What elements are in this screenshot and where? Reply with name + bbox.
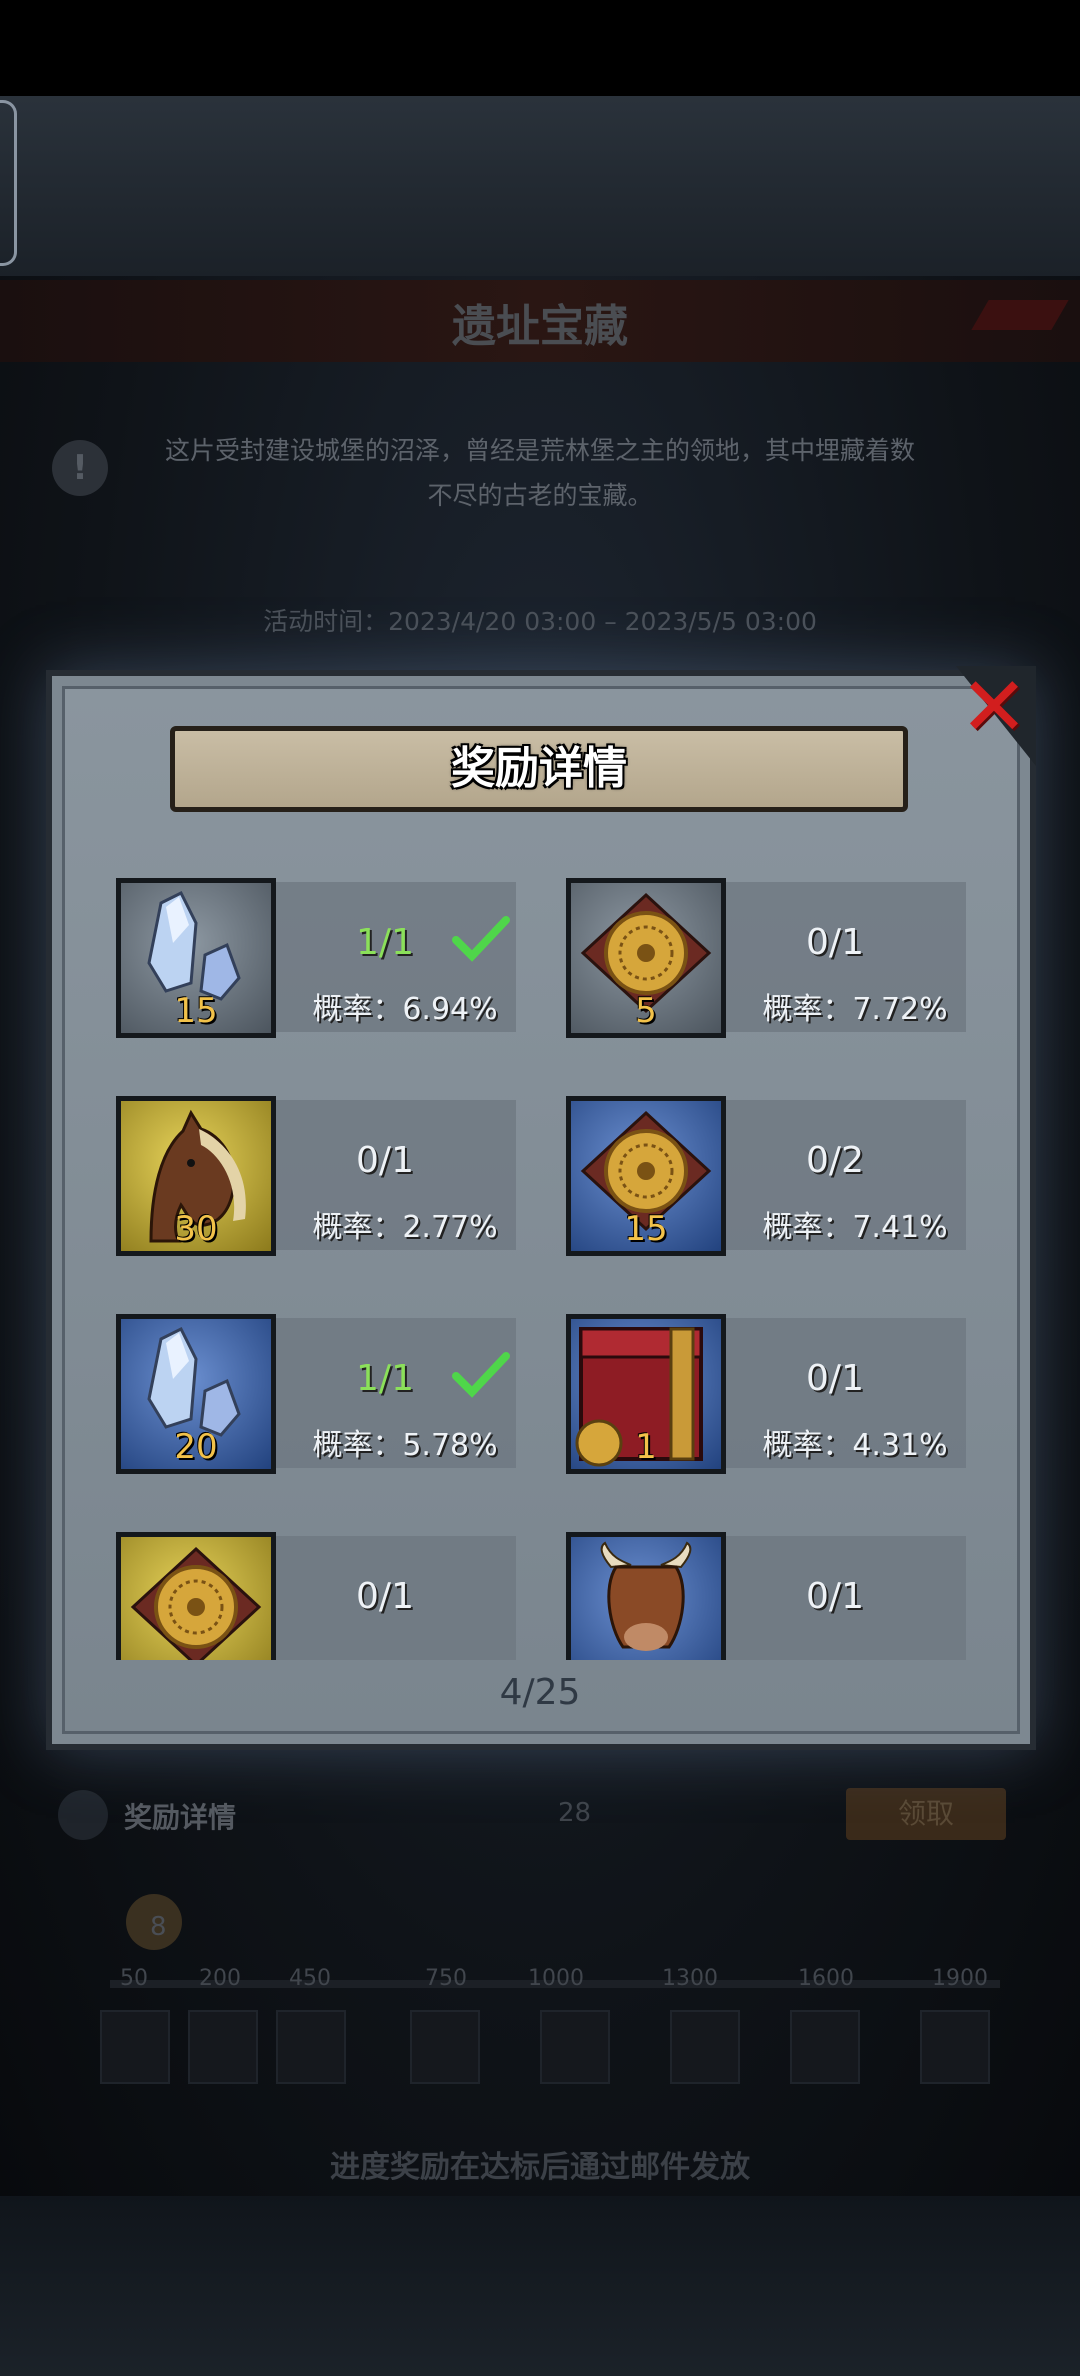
milestone-reward-slot[interactable] <box>188 2010 258 2084</box>
reward-list[interactable]: 15 1/1 概率：6.94% 5 0/1 概率：7.72% 30 0/1 概率… <box>100 872 980 1660</box>
reward-progress: 1/1 <box>356 922 414 963</box>
event-description-line1: 这片受封建设城堡的沼泽，曾经是荒林堡之主的领地，其中埋藏着数 <box>164 436 915 465</box>
milestone-reward-slots <box>100 2010 1020 2090</box>
event-title: 遗址宝藏 <box>452 301 628 352</box>
bottom-band <box>0 2196 1080 2376</box>
reward-progress: 0/1 <box>806 922 864 963</box>
reward-thumb: 15 <box>566 1096 726 1256</box>
reward-probability: 概率：6.94% <box>312 992 498 1027</box>
footer-note: 进度奖励在达标后通过邮件发放 <box>330 2150 750 2185</box>
milestone-label: 750 <box>425 1966 467 1991</box>
top-bar <box>0 96 1080 276</box>
reward-card[interactable]: 1 0/1 概率：4.31% <box>550 1308 970 1480</box>
reward-progress: 0/1 <box>356 1576 414 1617</box>
info-icon[interactable]: ! <box>52 440 108 496</box>
milestone-label: 50 <box>120 1966 148 1991</box>
milestone-reward-slot[interactable] <box>670 2010 740 2084</box>
reward-detail-row: 奖励详情 28 领取 <box>50 1788 1040 1848</box>
reward-probability: 概率：2.77% <box>312 1210 498 1245</box>
reward-progress: 0/1 <box>806 1576 864 1617</box>
reward-card[interactable]: 20 1/1 概率：5.78% <box>100 1308 520 1480</box>
reward-quantity: 5 <box>635 991 657 1031</box>
modal-title: 奖励详情 <box>451 743 627 794</box>
reward-card[interactable]: 5 0/1 概率：7.72% <box>550 872 970 1044</box>
reward-probability: 概率：5.78% <box>312 1428 498 1463</box>
reward-card[interactable]: 15 1/1 概率：6.94% <box>100 872 520 1044</box>
reward-detail-label[interactable]: 奖励详情 <box>124 1796 236 1836</box>
reward-probability: 概率：7.72% <box>762 992 948 1027</box>
reward-progress: 1/1 <box>356 1358 414 1399</box>
milestone-label: 1900 <box>932 1966 988 1991</box>
reward-quantity: 1 <box>635 1427 657 1467</box>
close-x-icon[interactable]: ✕ <box>954 667 1034 749</box>
close-button[interactable]: ✕ <box>936 666 1036 766</box>
reward-detail-icon[interactable] <box>58 1790 108 1840</box>
reward-quantity: 20 <box>174 1427 218 1467</box>
milestone-reward-slot[interactable] <box>920 2010 990 2084</box>
milestone-label: 1600 <box>798 1966 854 1991</box>
reward-probability: 概率：4.31% <box>762 1428 948 1463</box>
event-description-line2: 不尽的古老的宝藏。 <box>427 481 653 510</box>
milestone-label: 1000 <box>528 1966 584 1991</box>
milestone-reward-slot[interactable] <box>790 2010 860 2084</box>
reward-thumb <box>566 1532 726 1660</box>
reward-thumb: 15 <box>116 878 276 1038</box>
reward-progress: 0/2 <box>806 1140 864 1181</box>
reward-quantity: 30 <box>174 1209 218 1249</box>
reward-card[interactable]: 30 0/1 概率：2.77% <box>100 1090 520 1262</box>
reward-progress: 0/1 <box>356 1140 414 1181</box>
milestone-labels: 50 200 450 750 1000 1300 1600 1900 <box>100 1966 1020 1996</box>
check-icon <box>452 916 510 962</box>
ox-icon <box>600 1541 692 1651</box>
reward-thumb: 5 <box>566 878 726 1038</box>
milestone-reward-slot[interactable] <box>540 2010 610 2084</box>
event-description: 这片受封建设城堡的沼泽，曾经是荒林堡之主的领地，其中埋藏着数 不尽的古老的宝藏。 <box>120 428 960 518</box>
back-button[interactable] <box>0 100 17 266</box>
page-indicator: 4/25 <box>499 1672 581 1713</box>
check-icon <box>452 1352 510 1398</box>
medallion-icon <box>130 1546 262 1660</box>
progress-value: 8 <box>150 1912 167 1942</box>
reward-thumb: 30 <box>116 1096 276 1256</box>
milestone-reward-slot[interactable] <box>276 2010 346 2084</box>
reward-progress: 0/1 <box>806 1358 864 1399</box>
milestone-label: 200 <box>199 1966 241 1991</box>
status-bar <box>0 0 1080 96</box>
reward-quantity: 15 <box>174 991 218 1031</box>
reward-card[interactable]: 0/1 <box>550 1526 970 1660</box>
milestone-label: 1300 <box>662 1966 718 1991</box>
reward-thumb: 20 <box>116 1314 276 1474</box>
claim-button[interactable]: 领取 <box>846 1788 1006 1840</box>
pickaxe-count: 28 <box>558 1798 592 1828</box>
milestone-reward-slot[interactable] <box>100 2010 170 2084</box>
activity-time: 活动时间：2023/4/20 03:00 – 2023/5/5 03:00 <box>263 607 817 636</box>
reward-card[interactable]: 15 0/2 概率：7.41% <box>550 1090 970 1262</box>
reward-thumb: 1 <box>566 1314 726 1474</box>
milestone-reward-slot[interactable] <box>410 2010 480 2084</box>
reward-thumb <box>116 1532 276 1660</box>
reward-card[interactable]: 0/1 <box>100 1526 520 1660</box>
reward-probability: 概率：7.41% <box>762 1210 948 1245</box>
milestone-label: 450 <box>289 1966 331 1991</box>
reward-quantity: 15 <box>624 1209 668 1249</box>
